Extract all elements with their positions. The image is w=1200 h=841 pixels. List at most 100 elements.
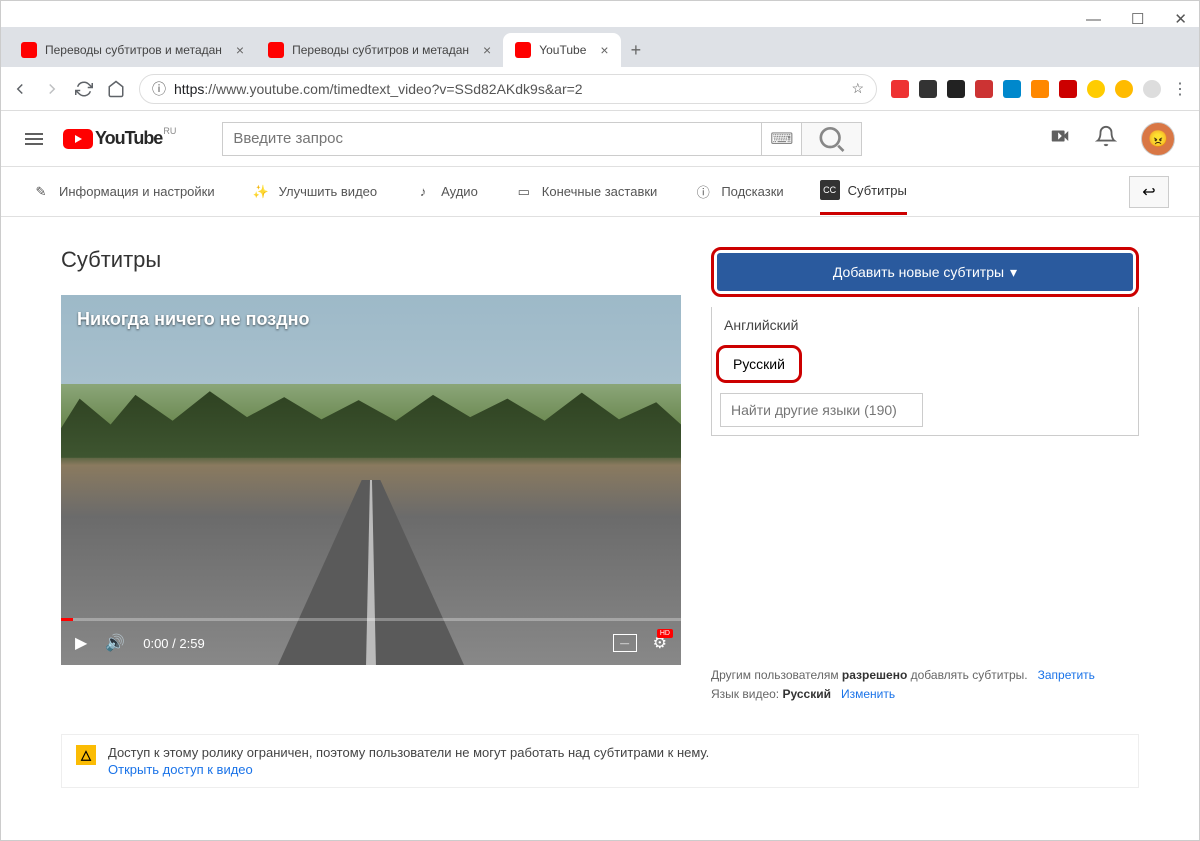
- extension-icon[interactable]: [1087, 80, 1105, 98]
- notifications-icon[interactable]: [1095, 125, 1117, 152]
- wand-icon: ✨: [251, 182, 271, 202]
- search-box: ⌨: [222, 122, 862, 156]
- browser-tab-3-active[interactable]: YouTube ×: [503, 33, 620, 67]
- forward-button[interactable]: [43, 80, 61, 98]
- window-titlebar: — ☐ ✕: [1, 1, 1199, 27]
- chevron-down-icon: ▾: [1010, 264, 1017, 281]
- profile-icon[interactable]: [1143, 80, 1161, 98]
- youtube-play-icon: [63, 129, 93, 149]
- tab-info-settings[interactable]: ✎ Информация и настройки: [31, 170, 215, 214]
- tab-title: Переводы субтитров и метадан: [45, 43, 222, 57]
- star-icon[interactable]: ☆: [851, 80, 864, 97]
- tab-close-icon[interactable]: ×: [236, 42, 244, 58]
- tab-label: Аудио: [441, 184, 478, 199]
- volume-button[interactable]: 🔊: [105, 633, 125, 653]
- extension-icons: ⋮: [891, 80, 1189, 98]
- tab-cards[interactable]: ⓘ Подсказки: [693, 170, 783, 214]
- browser-tab-1[interactable]: Переводы субтитров и метадан ×: [9, 33, 256, 67]
- youtube-favicon: [268, 42, 284, 58]
- tab-subtitles[interactable]: CC Субтитры: [820, 168, 907, 215]
- tab-label: Субтитры: [848, 183, 907, 198]
- language-dropdown: Английский Русский: [711, 307, 1139, 436]
- info-text-bold: разрешено: [842, 668, 907, 682]
- warning-banner: △ Доступ к этому ролику ограничен, поэто…: [61, 734, 1139, 788]
- info-text: Другим пользователям: [711, 668, 842, 682]
- pencil-icon: ✎: [31, 182, 51, 202]
- undo-button[interactable]: ↩: [1129, 176, 1169, 208]
- open-access-link[interactable]: Открыть доступ к видео: [108, 762, 709, 777]
- tab-label: Информация и настройки: [59, 184, 215, 199]
- minimize-button[interactable]: —: [1086, 11, 1101, 28]
- extension-icon[interactable]: [919, 80, 937, 98]
- main-content: Субтитры Никогда ничего не поздно ▶ 🔊 0:…: [1, 217, 1199, 734]
- upload-icon[interactable]: [1049, 125, 1071, 152]
- youtube-favicon: [515, 42, 531, 58]
- new-tab-button[interactable]: +: [621, 33, 652, 67]
- tab-close-icon[interactable]: ×: [600, 42, 608, 58]
- cc-icon: CC: [820, 180, 840, 200]
- home-button[interactable]: [107, 80, 125, 98]
- address-bar: ⓘ https://www.youtube.com/timedtext_vide…: [1, 67, 1199, 111]
- menu-icon[interactable]: ⋮: [1171, 80, 1189, 98]
- url-omnibox[interactable]: ⓘ https://www.youtube.com/timedtext_vide…: [139, 74, 877, 104]
- language-option-russian-highlighted[interactable]: Русский: [716, 345, 802, 383]
- maximize-button[interactable]: ☐: [1131, 10, 1144, 28]
- user-avatar[interactable]: 😠: [1141, 122, 1175, 156]
- tab-label: Конечные заставки: [542, 184, 658, 199]
- url-scheme: https: [174, 81, 204, 97]
- music-note-icon: ♪: [413, 182, 433, 202]
- play-button[interactable]: ▶: [75, 633, 87, 653]
- time-display: 0:00 / 2:59: [143, 636, 204, 651]
- tab-endscreens[interactable]: ▭ Конечные заставки: [514, 170, 658, 214]
- tab-close-icon[interactable]: ×: [483, 42, 491, 58]
- video-player[interactable]: Никогда ничего не поздно ▶ 🔊 0:00 / 2:59…: [61, 295, 681, 665]
- info-text: добавлять субтитры.: [907, 668, 1027, 682]
- extension-icon[interactable]: [1059, 80, 1077, 98]
- youtube-header: YouTube RU ⌨ 😠: [1, 111, 1199, 167]
- hd-badge: HD: [657, 629, 673, 638]
- extension-icon[interactable]: [1003, 80, 1021, 98]
- search-input[interactable]: [222, 122, 762, 156]
- language-search-input[interactable]: [720, 393, 923, 427]
- highlight-add-button: Добавить новые субтитры ▾: [711, 247, 1139, 297]
- warning-text: Доступ к этому ролику ограничен, поэтому…: [108, 745, 709, 760]
- browser-tab-2[interactable]: Переводы субтитров и метадан ×: [256, 33, 503, 67]
- keyboard-icon[interactable]: ⌨: [762, 122, 802, 156]
- language-option-english[interactable]: Английский: [712, 307, 1138, 343]
- url-text: ://www.youtube.com/timedtext_video?v=SSd…: [204, 81, 582, 97]
- extension-icon[interactable]: [947, 80, 965, 98]
- tab-title: YouTube: [539, 43, 586, 57]
- hamburger-menu-icon[interactable]: [25, 133, 43, 145]
- tab-label: Подсказки: [721, 184, 783, 199]
- video-title-overlay: Никогда ничего не поздно: [61, 295, 681, 344]
- reload-button[interactable]: [75, 80, 93, 98]
- extension-icon[interactable]: [1031, 80, 1049, 98]
- extension-icon[interactable]: [975, 80, 993, 98]
- back-button[interactable]: [11, 80, 29, 98]
- captions-button[interactable]: ―: [613, 634, 637, 652]
- tab-title: Переводы субтитров и метадан: [292, 43, 469, 57]
- info-circle-icon: ⓘ: [693, 182, 713, 202]
- warning-icon: △: [76, 745, 96, 765]
- studio-tabs: ✎ Информация и настройки ✨ Улучшить виде…: [1, 167, 1199, 217]
- add-subtitles-button[interactable]: Добавить новые субтитры ▾: [717, 253, 1133, 291]
- change-link[interactable]: Изменить: [841, 687, 895, 701]
- info-icon: ⓘ: [152, 79, 166, 99]
- extension-icon[interactable]: [891, 80, 909, 98]
- youtube-logo-text: YouTube: [95, 128, 162, 149]
- settings-button[interactable]: ⚙HD: [653, 633, 667, 653]
- close-button[interactable]: ✕: [1174, 10, 1187, 28]
- permissions-info: Другим пользователям разрешено добавлять…: [711, 666, 1139, 704]
- player-controls: ▶ 🔊 0:00 / 2:59 ― ⚙HD: [61, 621, 681, 665]
- tab-enhance[interactable]: ✨ Улучшить видео: [251, 170, 378, 214]
- info-text-bold: Русский: [782, 687, 831, 701]
- page-title: Субтитры: [61, 247, 681, 273]
- video-thumbnail: [61, 295, 681, 665]
- search-button[interactable]: [802, 122, 862, 156]
- button-label: Добавить новые субтитры: [833, 264, 1004, 280]
- youtube-logo[interactable]: YouTube RU: [63, 128, 162, 149]
- tab-audio[interactable]: ♪ Аудио: [413, 170, 478, 214]
- forbid-link[interactable]: Запретить: [1038, 668, 1095, 682]
- youtube-region: RU: [163, 126, 176, 136]
- extension-icon[interactable]: [1115, 80, 1133, 98]
